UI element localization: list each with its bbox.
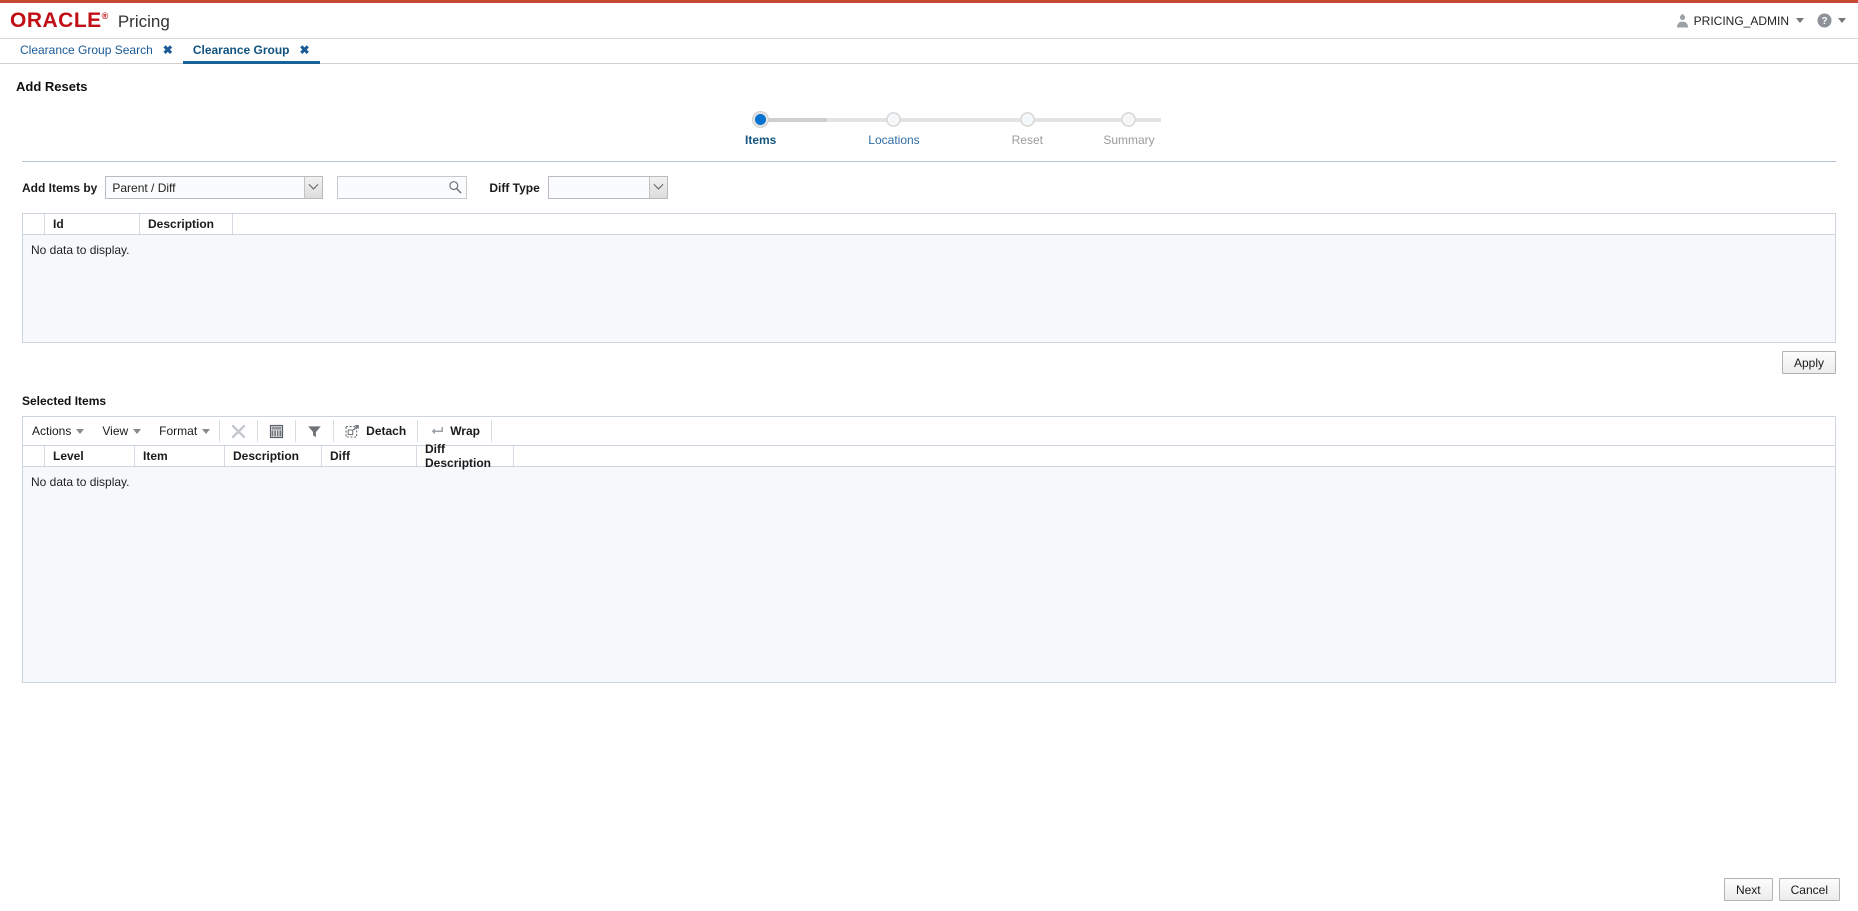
app-name: Pricing bbox=[117, 11, 170, 31]
caret-down-icon bbox=[76, 428, 85, 434]
search-icon[interactable] bbox=[448, 180, 462, 197]
train-label-summary: Summary bbox=[1103, 133, 1155, 147]
column-header-level[interactable]: Level bbox=[45, 446, 135, 466]
format-menu[interactable]: Format bbox=[150, 424, 219, 438]
caret-down-icon bbox=[133, 428, 142, 434]
format-menu-label: Format bbox=[159, 424, 198, 438]
close-icon[interactable]: ✖ bbox=[300, 44, 310, 56]
user-avatar-icon bbox=[1676, 13, 1689, 28]
tab-label: Clearance Group Search bbox=[20, 43, 153, 57]
column-header-id[interactable]: Id bbox=[45, 214, 140, 234]
delete-icon bbox=[231, 424, 246, 439]
chevron-down-icon[interactable] bbox=[304, 177, 323, 198]
train-step-items[interactable]: Items bbox=[694, 112, 894, 147]
help-circle-icon: ? bbox=[1817, 13, 1832, 28]
selected-items-table-header: Level Item Description Diff Diff Descrip… bbox=[23, 442, 1835, 470]
view-menu[interactable]: View bbox=[93, 424, 150, 438]
export-to-excel-icon bbox=[269, 424, 284, 439]
column-header-diff[interactable]: Diff bbox=[322, 446, 417, 466]
selected-items-empty-message: No data to display. bbox=[31, 475, 130, 489]
filter-button[interactable] bbox=[296, 417, 333, 445]
apply-button[interactable]: Apply bbox=[1781, 351, 1836, 374]
header-brand: ORACLE® Pricing bbox=[10, 10, 170, 32]
search-input[interactable] bbox=[338, 177, 467, 198]
train-label-reset: Reset bbox=[1011, 133, 1043, 147]
caret-down-icon bbox=[1838, 18, 1846, 23]
export-to-excel-button[interactable] bbox=[258, 417, 295, 445]
actions-menu-label: Actions bbox=[32, 424, 72, 438]
diff-type-select[interactable] bbox=[547, 176, 668, 199]
actions-menu[interactable]: Actions bbox=[23, 424, 93, 438]
column-header-description[interactable]: Description bbox=[225, 446, 322, 466]
caret-down-icon bbox=[202, 428, 211, 434]
add-items-by-label: Add Items by bbox=[22, 180, 98, 195]
wrap-label: Wrap bbox=[450, 424, 480, 438]
train-node-locations[interactable] bbox=[886, 112, 902, 127]
item-search-field[interactable] bbox=[337, 176, 468, 199]
svg-text:?: ? bbox=[1821, 16, 1827, 27]
detach-button[interactable]: Detach bbox=[334, 417, 417, 445]
header-filler bbox=[233, 214, 1835, 234]
help-menu[interactable]: ? bbox=[1817, 13, 1846, 28]
view-menu-label: View bbox=[102, 424, 129, 438]
tab-bar: Clearance Group Search ✖ Clearance Group… bbox=[0, 39, 1858, 64]
caret-down-icon bbox=[1796, 18, 1804, 23]
row-selector-column bbox=[23, 446, 45, 466]
user-name-label: PRICING_ADMIN bbox=[1693, 13, 1789, 28]
selected-items-title: Selected Items bbox=[22, 394, 107, 408]
app-header: ORACLE® Pricing PRICING_ADMIN ? bbox=[0, 3, 1858, 39]
column-header-diff-description[interactable]: Diff Description bbox=[417, 442, 514, 470]
train-label-items[interactable]: Items bbox=[745, 133, 776, 147]
results-table-header: Id Description bbox=[23, 214, 1835, 235]
selected-items-body: No data to display. bbox=[23, 467, 1835, 682]
wrap-icon bbox=[429, 424, 444, 439]
tab-clearance-group-search[interactable]: Clearance Group Search ✖ bbox=[10, 39, 183, 64]
add-items-by-value: Parent / Diff bbox=[112, 180, 176, 195]
train-node-summary[interactable] bbox=[1121, 112, 1137, 127]
results-table: Id Description No data to display. bbox=[22, 213, 1836, 343]
filter-funnel-icon bbox=[307, 424, 322, 439]
tab-label: Clearance Group bbox=[192, 43, 290, 57]
detach-label: Detach bbox=[366, 424, 407, 438]
results-empty-message: No data to display. bbox=[31, 243, 130, 257]
row-selector-column bbox=[23, 214, 45, 234]
apply-row: Apply bbox=[0, 343, 1858, 374]
tab-clearance-group[interactable]: Clearance Group ✖ bbox=[182, 39, 320, 64]
header-actions: PRICING_ADMIN ? bbox=[1676, 13, 1846, 28]
train-connector bbox=[760, 118, 894, 122]
delete-row-button[interactable] bbox=[220, 417, 257, 445]
oracle-logo: ORACLE® bbox=[10, 8, 109, 32]
next-button[interactable]: Next bbox=[1723, 878, 1773, 901]
selected-items-toolbar: Actions View Format Detach Wrap bbox=[23, 417, 1835, 446]
selected-items-panel: Actions View Format Detach Wrap Level It… bbox=[22, 416, 1836, 683]
train-connector bbox=[1027, 118, 1161, 122]
train-connector bbox=[893, 118, 1028, 122]
diff-type-label: Diff Type bbox=[489, 180, 540, 195]
page-title: Add Resets bbox=[16, 79, 88, 94]
wrap-button[interactable]: Wrap bbox=[418, 417, 491, 445]
column-header-description[interactable]: Description bbox=[140, 214, 233, 234]
train-node-reset[interactable] bbox=[1019, 112, 1035, 127]
train-label-locations[interactable]: Locations bbox=[868, 133, 919, 147]
wizard-train: Items Locations Reset Summary bbox=[0, 94, 1858, 147]
footer-actions: Next Cancel bbox=[1723, 878, 1840, 901]
chevron-down-icon[interactable] bbox=[648, 177, 667, 198]
header-filler bbox=[514, 446, 1835, 466]
trademark-symbol: ® bbox=[101, 10, 109, 21]
user-menu[interactable]: PRICING_ADMIN bbox=[1676, 13, 1804, 28]
close-icon[interactable]: ✖ bbox=[163, 44, 173, 56]
cancel-button[interactable]: Cancel bbox=[1778, 878, 1840, 901]
add-items-by-select[interactable]: Parent / Diff bbox=[105, 176, 324, 199]
filter-row: Add Items by Parent / Diff Diff Type bbox=[0, 162, 1858, 199]
detach-icon bbox=[345, 424, 360, 439]
train-node-items[interactable] bbox=[753, 112, 769, 127]
column-header-item[interactable]: Item bbox=[135, 446, 225, 466]
